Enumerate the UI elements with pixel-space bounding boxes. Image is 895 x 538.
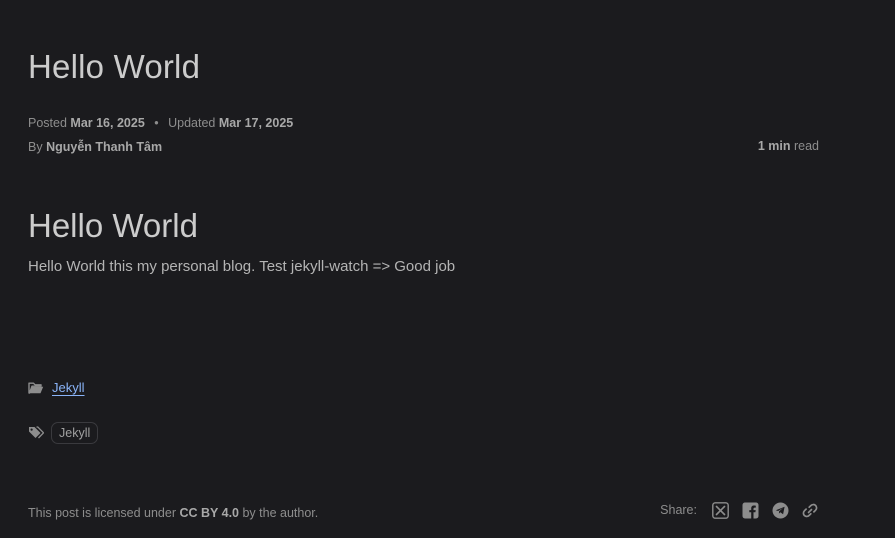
license-prefix: This post is licensed under bbox=[28, 506, 176, 520]
tags-icon bbox=[28, 426, 44, 440]
license-notice: This post is licensed under CC BY 4.0 by… bbox=[28, 505, 318, 521]
post-tags: Jekyll bbox=[28, 422, 99, 444]
read-minutes: 1 min bbox=[757, 139, 791, 153]
updated-date: Mar 17, 2025 bbox=[218, 116, 294, 130]
x-twitter-icon[interactable] bbox=[711, 501, 729, 519]
posted-date: Mar 16, 2025 bbox=[70, 116, 145, 130]
post-dates: Posted Mar 16, 2025 • Updated Mar 17, 20… bbox=[28, 115, 293, 131]
post-title: Hello World bbox=[28, 48, 201, 85]
content-paragraph: Hello World this my personal blog. Test … bbox=[28, 258, 456, 275]
read-label: read bbox=[793, 139, 819, 153]
license-suffix: by the author. bbox=[242, 506, 319, 520]
meta-separator: • bbox=[154, 116, 159, 130]
folder-open-icon bbox=[28, 381, 44, 395]
share-label: Share: bbox=[660, 503, 697, 517]
post-categories: Jekyll bbox=[28, 380, 85, 395]
tag-chip-jekyll[interactable]: Jekyll bbox=[51, 422, 99, 444]
category-link-jekyll[interactable]: Jekyll bbox=[52, 380, 85, 395]
by-label: By bbox=[28, 140, 43, 154]
posted-label: Posted bbox=[28, 116, 67, 130]
telegram-icon[interactable] bbox=[771, 501, 789, 519]
share-bar: Share: bbox=[660, 501, 819, 519]
author-name: Nguyễn Thanh Tâm bbox=[46, 140, 163, 154]
post-page: Hello World Posted Mar 16, 2025 • Update… bbox=[0, 0, 895, 538]
read-time: 1 min read bbox=[758, 138, 819, 154]
content-heading: Hello World bbox=[28, 207, 198, 244]
post-author: By Nguyễn Thanh Tâm bbox=[28, 139, 162, 155]
license-link[interactable]: CC BY 4.0 bbox=[179, 506, 239, 520]
facebook-icon[interactable] bbox=[741, 501, 759, 519]
updated-label: Updated bbox=[168, 116, 216, 130]
link-icon[interactable] bbox=[801, 501, 819, 519]
